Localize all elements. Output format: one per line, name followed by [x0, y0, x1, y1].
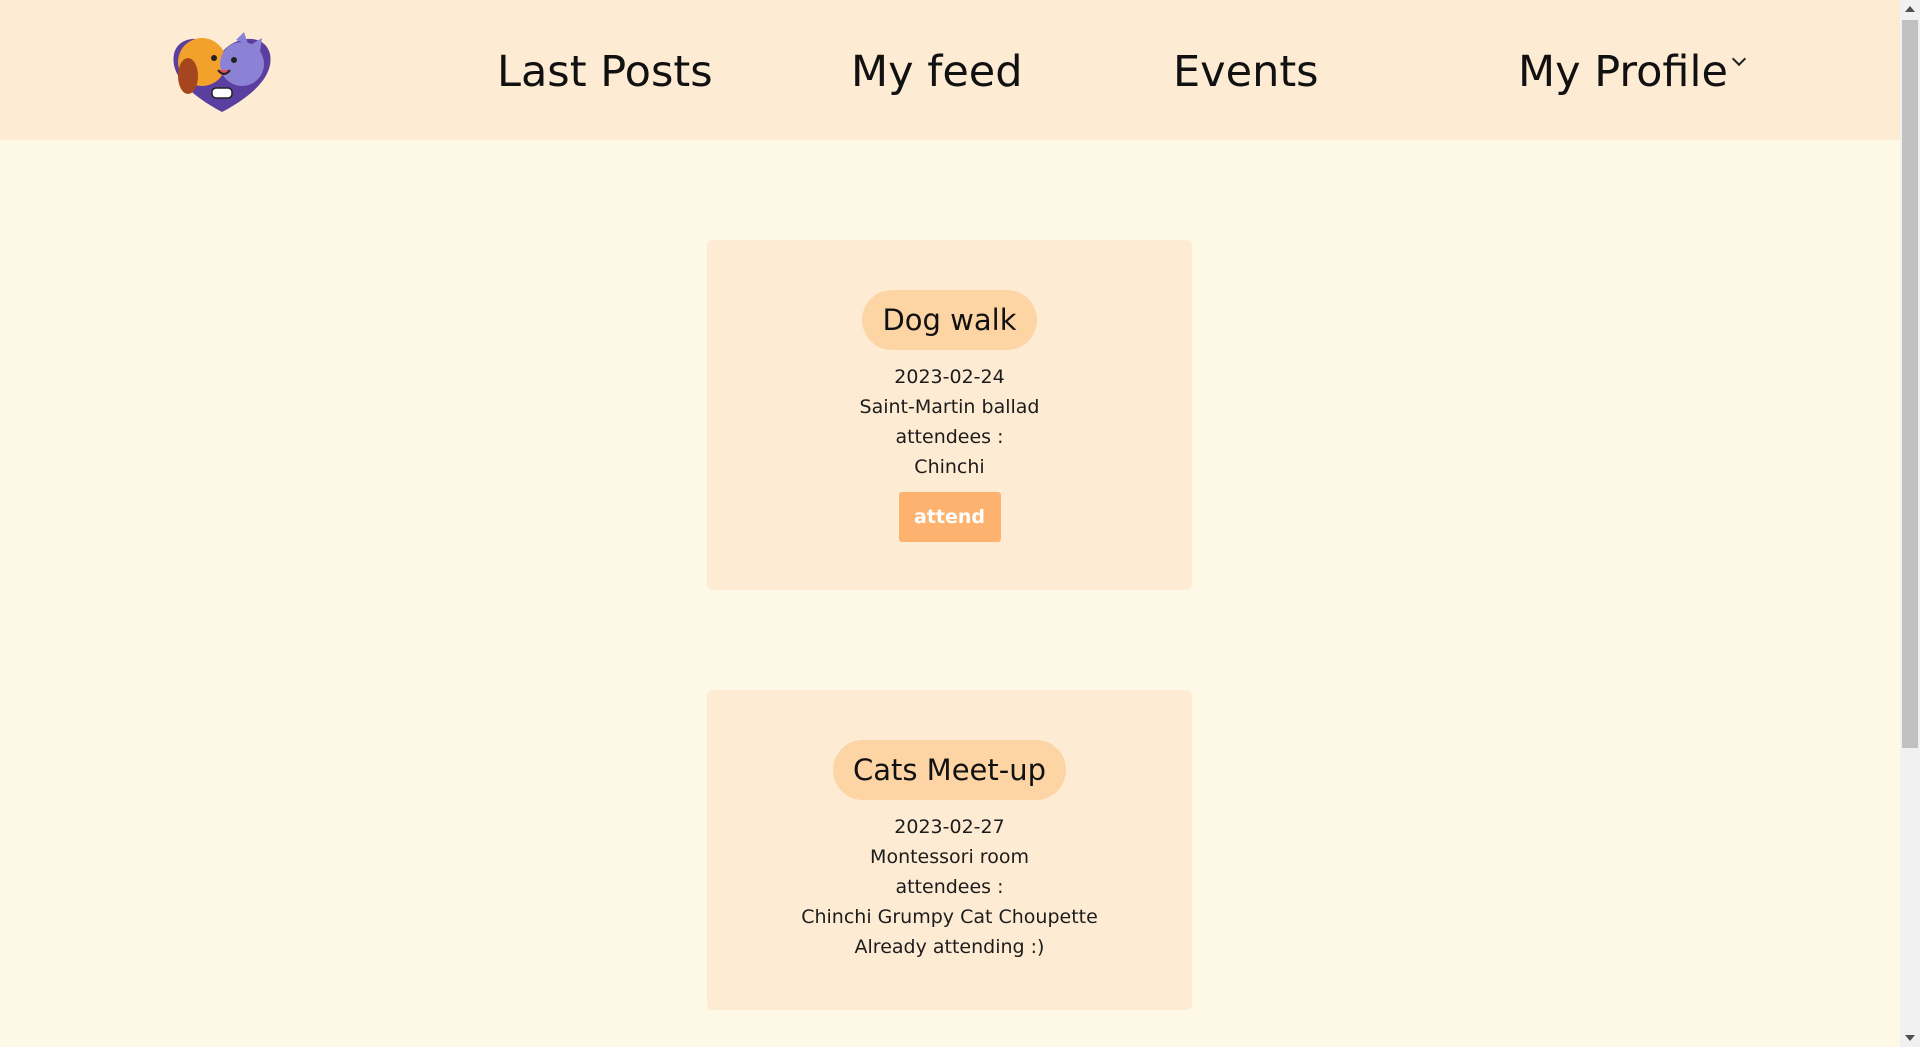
scroll-up-arrow-icon[interactable] — [1905, 6, 1915, 12]
event-title: Cats Meet-up — [832, 740, 1067, 800]
attendees-label: attendees : — [895, 426, 1004, 448]
dog-cat-logo-icon[interactable] — [168, 30, 276, 114]
attendance-status: Already attending :) — [854, 936, 1045, 958]
event-title: Dog walk — [862, 290, 1037, 350]
event-card: Dog walk 2023-02-24 Saint-Martin ballad … — [707, 240, 1192, 590]
page: Last Posts My feed Events My Profile Dog… — [0, 0, 1900, 1047]
attend-button[interactable]: attend — [898, 492, 1001, 542]
chevron-down-icon[interactable] — [1731, 51, 1746, 67]
nav-my-profile-label: My Profile — [1518, 47, 1728, 97]
event-date: 2023-02-27 — [894, 816, 1005, 838]
scroll-thumb[interactable] — [1902, 20, 1918, 748]
vertical-scrollbar[interactable] — [1900, 0, 1920, 1047]
event-location: Saint-Martin ballad — [859, 396, 1040, 418]
attendees-list: Chinchi — [914, 456, 985, 478]
event-card: Cats Meet-up 2023-02-27 Montessori room … — [707, 690, 1192, 1010]
nav-my-feed[interactable]: My feed — [851, 44, 1023, 100]
nav-my-profile[interactable]: My Profile — [1518, 44, 1746, 100]
scroll-down-arrow-icon[interactable] — [1905, 1035, 1915, 1041]
event-date: 2023-02-24 — [894, 366, 1005, 388]
attendees-label: attendees : — [895, 876, 1004, 898]
event-location: Montessori room — [870, 846, 1029, 868]
navbar: Last Posts My feed Events My Profile — [0, 0, 1900, 140]
nav-last-posts[interactable]: Last Posts — [497, 44, 713, 100]
attendees-list: Chinchi Grumpy Cat Choupette — [801, 906, 1098, 928]
nav-events[interactable]: Events — [1173, 44, 1319, 100]
